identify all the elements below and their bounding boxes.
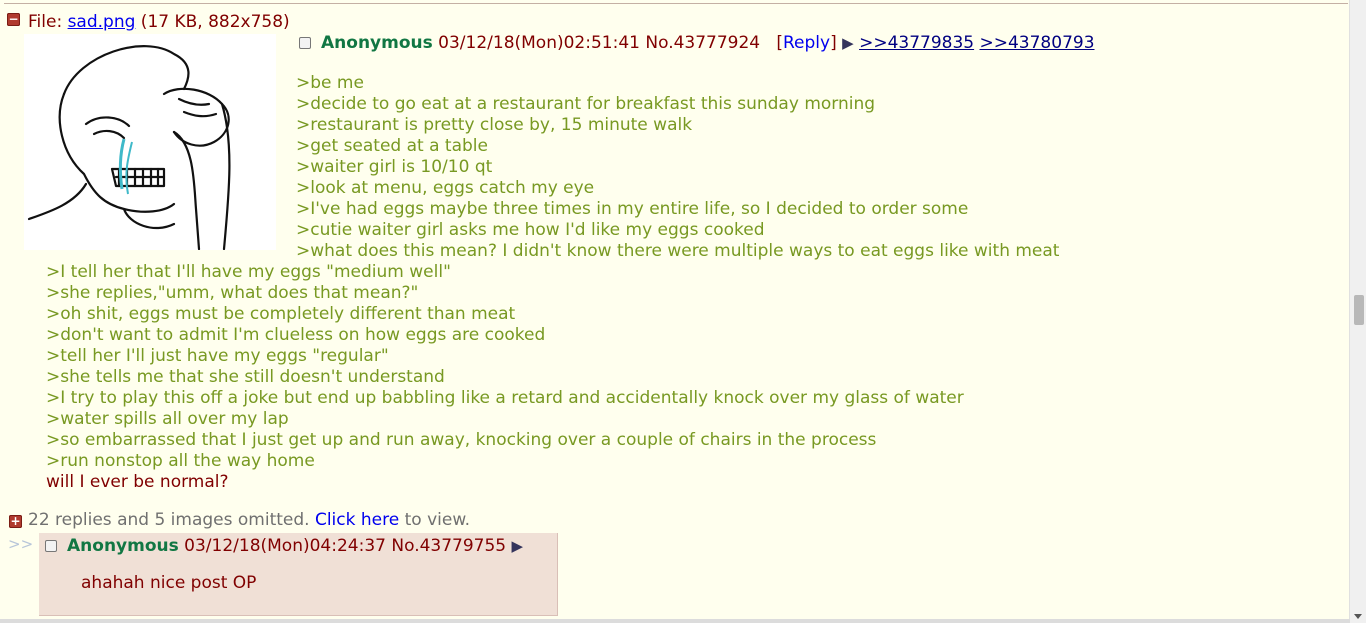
op-message-bottom: >I tell her that I'll have my eggs "medi… (46, 262, 964, 493)
greentext-line: >water spills all over my lap (46, 409, 289, 429)
scroll-down-arrow-icon[interactable] (1354, 614, 1362, 619)
greentext-line: >decide to go eat at a restaurant for br… (296, 94, 876, 114)
scrollbar-thumb[interactable] (1354, 295, 1364, 325)
expand-replies-link[interactable]: Click here (315, 510, 399, 530)
greentext-line: >cutie waiter girl asks me how I'd like … (296, 220, 765, 240)
greentext-line: >restaurant is pretty close by, 15 minut… (296, 115, 693, 135)
minus-toggle-icon[interactable]: − (7, 13, 20, 26)
poster-name: Anonymous (321, 33, 433, 53)
post-number[interactable]: No.43777924 (645, 33, 760, 53)
greentext-line: >don't want to admit I'm clueless on how… (46, 325, 546, 345)
file-link[interactable]: sad.png (68, 12, 136, 32)
greentext-line: >tell her I'll just have my eggs "regula… (46, 346, 389, 366)
expand-plus-icon[interactable]: + (9, 515, 22, 528)
greentext-line: >what does this mean? I didn't know ther… (296, 241, 1060, 261)
op-message-top: >be me >decide to go eat at a restaurant… (296, 73, 1059, 262)
reply-menu-arrow-icon[interactable]: ▶ (512, 537, 524, 555)
post-datetime: 03/12/18(Mon)02:51:41 (438, 33, 640, 53)
op-post-header: Anonymous 03/12/18(Mon)02:51:41 No.43777… (321, 33, 1095, 53)
greentext-line: >I've had eggs maybe three times in my e… (296, 199, 969, 219)
horizontal-scrollbar[interactable] (0, 619, 1350, 623)
reply-datetime: 03/12/18(Mon)04:24:37 (184, 536, 386, 556)
greentext-line: >look at menu, eggs catch my eye (296, 178, 595, 198)
greentext-line: >run nonstop all the way home (46, 451, 315, 471)
message-line: will I ever be normal? (46, 472, 229, 492)
omitted-summary: 22 replies and 5 images omitted. Click h… (28, 510, 471, 530)
greentext-line: >be me (296, 73, 364, 93)
file-meta: (17 KB, 882x758) (135, 12, 290, 32)
post-select-checkbox[interactable] (299, 37, 311, 49)
file-info: File: sad.png (17 KB, 882x758) (28, 12, 290, 32)
greentext-line: >waiter girl is 10/10 qt (296, 157, 493, 177)
greentext-line: >I try to play this off a joke but end u… (46, 388, 964, 408)
post-menu-arrow-icon[interactable]: ▶ (842, 34, 854, 52)
reply-post-number[interactable]: No.43779755 (391, 536, 506, 556)
greentext-line: >oh shit, eggs must be completely differ… (46, 304, 516, 324)
backlink-1[interactable]: >>43779835 (859, 33, 974, 53)
reply-poster-name: Anonymous (67, 536, 179, 556)
vertical-scrollbar[interactable] (1349, 0, 1366, 623)
crying-face-image (27, 45, 231, 251)
greentext-line: >so embarrassed that I just get up and r… (46, 430, 877, 450)
greentext-line: >I tell her that I'll have my eggs "medi… (46, 262, 451, 282)
post-thumbnail[interactable] (24, 34, 276, 251)
top-divider (4, 3, 1348, 4)
reply-post: Anonymous 03/12/18(Mon)04:24:37 No.43779… (39, 533, 558, 616)
backlink-2[interactable]: >>43780793 (980, 33, 1095, 53)
greentext-line: >she replies,"umm, what does that mean?" (46, 283, 419, 303)
reply-side-arrows: >> (8, 535, 34, 553)
reply-link[interactable]: Reply (783, 33, 830, 53)
reply-message: ahahah nice post OP (81, 573, 257, 593)
reply-post-header: Anonymous 03/12/18(Mon)04:24:37 No.43779… (67, 536, 523, 556)
greentext-line: >get seated at a table (296, 136, 488, 156)
greentext-line: >she tells me that she still doesn't und… (46, 367, 445, 387)
reply-select-checkbox[interactable] (45, 540, 57, 552)
